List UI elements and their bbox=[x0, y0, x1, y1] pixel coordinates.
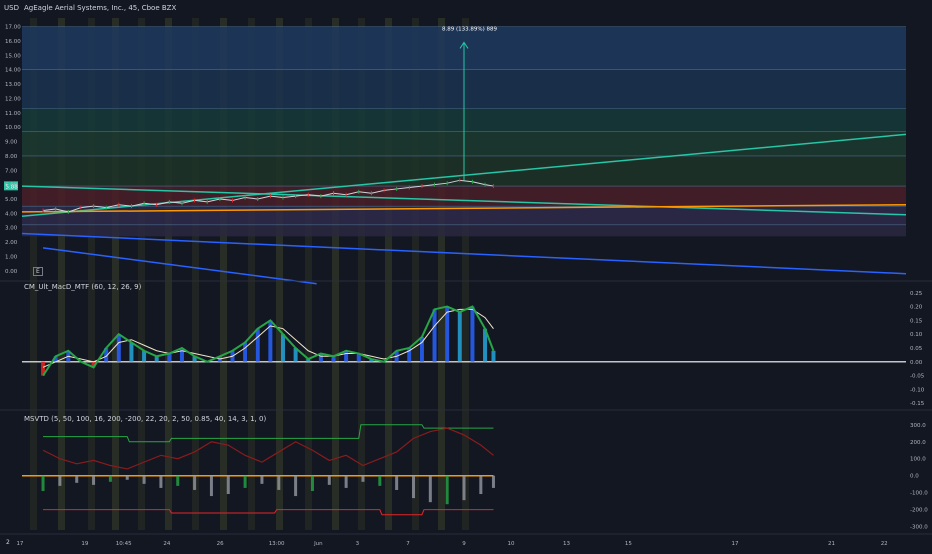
macd-tick-label: -0.15 bbox=[910, 401, 925, 407]
price-tick-label: 15.00 bbox=[5, 53, 21, 59]
macd-histogram-bar bbox=[280, 334, 285, 362]
price-tick-label: 2.00 bbox=[5, 240, 18, 246]
price-tick-label: 3.00 bbox=[5, 226, 18, 232]
price-tick-label: 11.00 bbox=[5, 111, 21, 117]
msvtd-tick-label: 0.0 bbox=[910, 474, 919, 480]
price-tick-label: 16.00 bbox=[5, 39, 21, 45]
msvtd-bar bbox=[41, 475, 45, 491]
fib-zone bbox=[22, 224, 906, 237]
msvtd-bar bbox=[209, 475, 213, 497]
msvtd-bar bbox=[395, 475, 399, 490]
msvtd-bar bbox=[75, 475, 79, 483]
measure-label: 8.89 (133.89%) 889 bbox=[442, 26, 498, 32]
msvtd-bar bbox=[226, 475, 230, 495]
msvtd-bar bbox=[125, 475, 129, 480]
price-tick-label: 1.00 bbox=[5, 254, 18, 260]
macd-histogram-bar bbox=[491, 350, 496, 362]
msvtd-bar bbox=[176, 475, 180, 486]
x-tick-label: 3 bbox=[356, 541, 360, 547]
price-tick-label: 9.00 bbox=[5, 140, 18, 146]
msvtd-tick-label: -300.0 bbox=[910, 525, 928, 531]
macd-histogram-bar bbox=[457, 312, 462, 362]
msvtd-bar bbox=[310, 475, 314, 491]
x-tick-label: 10 bbox=[508, 541, 515, 547]
price-tick-label: 7.00 bbox=[5, 168, 18, 174]
currency-label: USD bbox=[4, 4, 19, 12]
price-tick-label: 14.00 bbox=[5, 68, 21, 74]
x-tick-label: 21 bbox=[828, 541, 835, 547]
msvtd-tick-label: -200.0 bbox=[910, 508, 928, 514]
x-tick-label: 15 bbox=[625, 541, 632, 547]
macd-tick-label: -0.10 bbox=[910, 387, 925, 393]
msvtd-bar bbox=[411, 475, 415, 499]
price-tick-label: 10.00 bbox=[5, 125, 21, 131]
msvtd-bar bbox=[243, 475, 247, 488]
msvtd-bar bbox=[445, 475, 449, 505]
chart-title[interactable]: AgEagle Aerial Systems, Inc., 45, Cboe B… bbox=[24, 4, 176, 12]
msvtd-bar bbox=[378, 475, 382, 486]
x-tick-label: 13 bbox=[563, 541, 570, 547]
x-tick-label: 17 bbox=[16, 541, 23, 547]
x-tick-label: 7 bbox=[406, 541, 410, 547]
macd-histogram-bar bbox=[129, 342, 134, 362]
macd-title[interactable]: CM_Ult_MacD_MTF (60, 12, 26, 9) bbox=[24, 283, 141, 291]
x-tick-label: 13:00 bbox=[269, 541, 285, 547]
macd-histogram-bar bbox=[445, 306, 450, 362]
macd-tick-label: 0.20 bbox=[910, 305, 923, 311]
macd-tick-label: 0.15 bbox=[910, 318, 923, 324]
macd-tick-label: 0.25 bbox=[910, 291, 923, 297]
macd-tick-label: 0.10 bbox=[910, 332, 923, 338]
msvtd-bar bbox=[277, 475, 281, 490]
msvtd-bar bbox=[294, 475, 298, 497]
msvtd-bar bbox=[462, 475, 466, 501]
macd-tick-label: 0.05 bbox=[910, 346, 923, 352]
price-tick-label: 4.00 bbox=[5, 211, 18, 217]
price-tick-label: 6.00 bbox=[5, 183, 18, 189]
msvtd-tick-label: 100.0 bbox=[910, 457, 926, 463]
msvtd-bar bbox=[327, 475, 331, 485]
chart-svg: 8.89 (133.89%) 8895.8817.0016.0015.0014.… bbox=[0, 0, 932, 550]
msvtd-bar bbox=[260, 475, 264, 484]
corner-label: 2 bbox=[6, 539, 10, 546]
msvtd-bar bbox=[344, 475, 348, 488]
macd-histogram-bar bbox=[116, 334, 121, 362]
msvtd-tick-label: 200.0 bbox=[910, 440, 926, 446]
msvtd-bar bbox=[479, 475, 483, 495]
msvtd-tick-label: 300.0 bbox=[910, 423, 926, 429]
chart-root: 8.89 (133.89%) 889 5.88 17.00 16.00 15.00 14.… bbox=[0, 0, 932, 550]
fib-zone bbox=[22, 186, 906, 207]
price-tick-label: 8.00 bbox=[5, 154, 18, 160]
msvtd-bar bbox=[58, 475, 62, 486]
price-tick-label: 5.00 bbox=[5, 197, 18, 203]
price-tick-label: 0.00 bbox=[5, 269, 18, 275]
x-tick-label: 10:45 bbox=[116, 541, 132, 547]
price-tick-label: 17.00 bbox=[5, 25, 21, 31]
msvtd-bar bbox=[159, 475, 163, 488]
msvtd-bar bbox=[108, 475, 112, 482]
macd-histogram-bar bbox=[470, 306, 475, 362]
x-tick-label: 24 bbox=[163, 541, 170, 547]
x-tick-label: 26 bbox=[217, 541, 224, 547]
macd-tick-label: -0.05 bbox=[910, 374, 925, 380]
macd-histogram-bar bbox=[255, 328, 260, 362]
x-tick-label: 19 bbox=[81, 541, 88, 547]
macd-histogram-bar bbox=[432, 309, 437, 362]
msvtd-bar bbox=[428, 475, 432, 503]
msvtd-bar bbox=[361, 475, 365, 482]
macd-tick-label: 0.00 bbox=[910, 360, 923, 366]
msvtd-title[interactable]: MSVTD (5, 50, 100, 16, 200, -200, 22, 20… bbox=[24, 415, 266, 423]
msvtd-tick-label: -100.0 bbox=[910, 491, 928, 497]
msvtd-bar bbox=[92, 475, 96, 485]
price-tick-label: 13.00 bbox=[5, 82, 21, 88]
x-tick-label: 17 bbox=[731, 541, 738, 547]
settings-button[interactable]: E bbox=[33, 267, 43, 276]
macd-histogram-bar bbox=[243, 342, 248, 362]
price-tick-label: 12.00 bbox=[5, 96, 21, 102]
x-tick-label: 9 bbox=[462, 541, 466, 547]
msvtd-bar bbox=[491, 475, 495, 488]
x-tick-label: Jun bbox=[313, 541, 323, 547]
x-tick-label: 22 bbox=[881, 541, 888, 547]
msvtd-bar bbox=[193, 475, 197, 490]
msvtd-bar bbox=[142, 475, 146, 484]
